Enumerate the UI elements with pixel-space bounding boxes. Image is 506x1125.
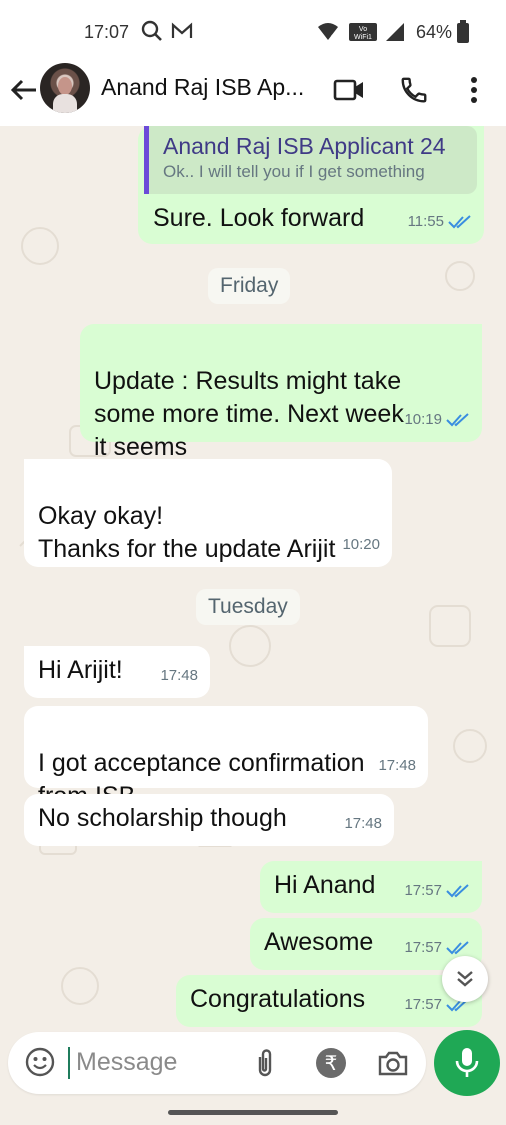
message-bubble-incoming[interactable]: Okay okay! Thanks for the update Arijit … <box>24 459 392 567</box>
message-bubble-incoming[interactable]: I got acceptance confirmation from ISB 1… <box>24 706 428 810</box>
search-icon <box>140 19 164 48</box>
message-bubble-outgoing[interactable]: Update : Results might take some more ti… <box>80 324 482 461</box>
chat-area[interactable]: 11:55 Anand Raj ISB Applicant 24 Ok.. I … <box>0 126 506 1046</box>
rupee-icon[interactable]: ₹ <box>314 1046 348 1080</box>
svg-text:Vo: Vo <box>359 26 367 33</box>
read-ticks-icon <box>446 883 469 897</box>
message-text: Hi Arijit! <box>38 656 123 684</box>
message-time: 17:48 <box>344 815 382 832</box>
read-ticks-icon <box>448 214 471 228</box>
text-caret <box>68 1047 70 1079</box>
status-bar: 17:07 Vo WiFi1 64% <box>0 0 506 62</box>
signal-icon <box>384 21 406 48</box>
message-time: 17:57 <box>404 882 442 899</box>
contact-name[interactable]: Anand Raj ISB Ap... <box>101 74 304 101</box>
message-bubble-outgoing[interactable]: Hi Anand 17:57 <box>260 861 482 913</box>
message-time: 17:57 <box>404 939 442 956</box>
camera-icon[interactable] <box>376 1046 410 1080</box>
read-ticks-icon <box>446 940 469 954</box>
attach-icon[interactable] <box>248 1046 282 1080</box>
message-text: Sure. Look forward <box>153 204 365 232</box>
mail-icon <box>170 19 194 48</box>
quoted-text: Ok.. I will tell you if I get something <box>163 162 425 181</box>
wifi-icon <box>316 19 340 48</box>
navigation-bar <box>0 1100 506 1125</box>
message-bubble-incoming[interactable]: Hi Arijit! 17:48 <box>24 646 210 698</box>
quoted-message[interactable]: Anand Raj ISB Applicant 24 Ok.. I will t… <box>144 126 477 194</box>
more-icon[interactable] <box>456 72 492 108</box>
chat-header: Anand Raj ISB Ap... <box>0 62 506 126</box>
message-time: 17:48 <box>160 667 198 684</box>
svg-text:₹: ₹ <box>325 1051 338 1075</box>
mic-button[interactable] <box>434 1030 500 1096</box>
message-input-box[interactable]: Message ₹ <box>8 1032 426 1094</box>
message-bubble-outgoing[interactable]: Congratulations 17:57 <box>176 975 482 1027</box>
message-text: Okay okay! Thanks for the update Arijit <box>38 502 336 563</box>
message-time: 17:57 <box>404 996 442 1013</box>
emoji-icon[interactable] <box>24 1046 56 1078</box>
date-separator: Friday <box>208 268 291 304</box>
phone-icon[interactable] <box>396 72 432 108</box>
read-ticks-icon <box>446 412 469 426</box>
message-text: Awesome <box>264 928 374 956</box>
video-call-icon[interactable] <box>331 72 367 108</box>
double-chevron-down-icon <box>457 971 473 987</box>
vowifi-icon: Vo WiFi1 <box>348 22 378 47</box>
back-arrow-icon[interactable] <box>8 74 40 106</box>
message-text: Hi Anand <box>274 871 376 899</box>
message-bubble-incoming[interactable]: No scholarship though 17:48 <box>24 794 394 846</box>
message-time: 10:19 <box>404 411 442 428</box>
status-time: 17:07 <box>84 22 130 42</box>
message-bubble-outgoing[interactable]: Awesome 17:57 <box>250 918 482 970</box>
date-separator: Tuesday <box>196 589 300 625</box>
home-gesture-handle[interactable] <box>168 1110 338 1115</box>
scroll-to-bottom-button[interactable] <box>442 956 488 1002</box>
message-input[interactable]: Message <box>76 1048 177 1077</box>
battery-icon <box>456 20 470 49</box>
message-text: No scholarship though <box>38 804 287 832</box>
message-time: 17:48 <box>378 757 416 774</box>
mic-icon <box>455 1048 479 1077</box>
message-time: 10:20 <box>342 536 380 553</box>
message-text: Congratulations <box>190 985 366 1013</box>
quoted-sender: Anand Raj ISB Applicant 24 <box>163 133 446 159</box>
avatar[interactable] <box>40 63 90 113</box>
battery-percent: 64% <box>416 22 453 42</box>
svg-text:WiFi1: WiFi1 <box>354 34 372 41</box>
message-time: 11:55 <box>407 213 444 230</box>
